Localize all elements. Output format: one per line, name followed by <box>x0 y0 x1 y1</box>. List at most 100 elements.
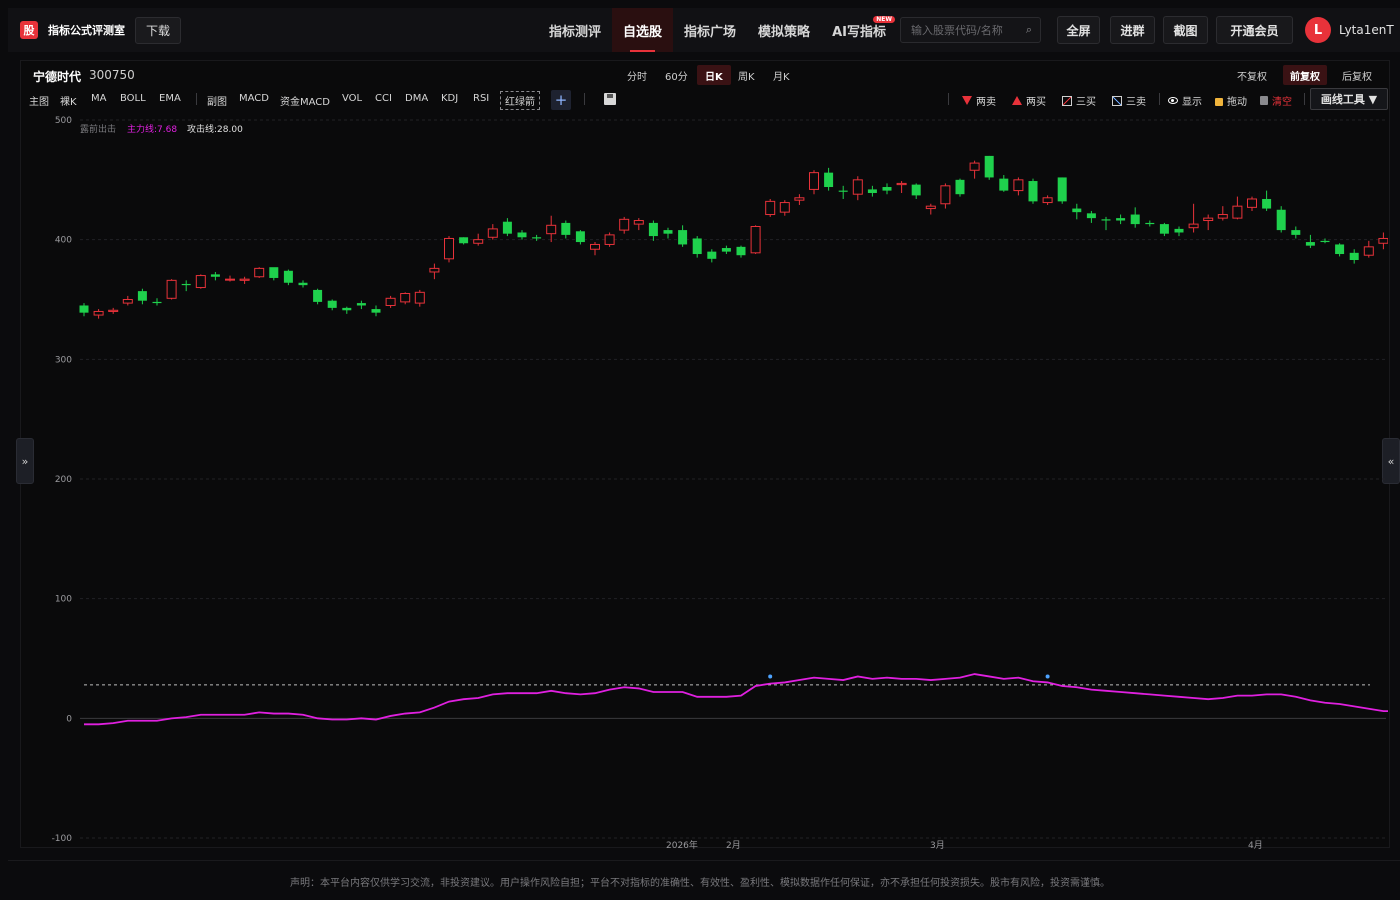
candle-up <box>896 182 907 186</box>
candle-down <box>152 301 162 304</box>
username[interactable]: Lyta1enT <box>1339 23 1394 37</box>
ind-ma[interactable]: MA <box>91 93 106 104</box>
ind-fund-macd[interactable]: 资金MACD <box>280 93 330 108</box>
search-icon[interactable]: ⌕ <box>1026 23 1032 37</box>
candle-down <box>1130 214 1140 225</box>
candle-up <box>1363 246 1374 256</box>
ind-cci[interactable]: CCI <box>375 93 392 104</box>
tool-two-sell[interactable]: 两卖 <box>962 93 996 108</box>
candle-down <box>955 179 965 195</box>
adj-backward[interactable]: 后复权 <box>1335 65 1379 85</box>
ind-boll[interactable]: BOLL <box>120 93 146 104</box>
candle-down <box>283 270 293 283</box>
fullscreen-button[interactable]: 全屏 <box>1057 16 1100 44</box>
candle-up <box>590 243 600 250</box>
adj-none[interactable]: 不复权 <box>1230 65 1274 85</box>
ind-sub-chart[interactable]: 副图 <box>207 93 227 108</box>
adj-forward[interactable]: 前复权 <box>1283 65 1327 85</box>
candle-down <box>663 230 673 234</box>
chart-grid: 500 400 300 200 100 0 -100 <box>52 116 1386 844</box>
y-tick-label: 200 <box>55 475 72 485</box>
ind-ema[interactable]: EMA <box>159 93 181 104</box>
period-daily[interactable]: 日K <box>697 65 731 85</box>
tool-drag-label: 拖动 <box>1227 97 1247 108</box>
ind-rsi[interactable]: RSI <box>473 93 489 104</box>
period-weekly[interactable]: 周K <box>730 65 763 85</box>
period-60min[interactable]: 60分 <box>657 65 696 85</box>
candle-down <box>867 189 877 193</box>
tool-two-sell-label: 两卖 <box>976 97 996 108</box>
candle-down <box>1116 218 1126 221</box>
candle-up <box>487 228 498 238</box>
tool-three-sell-label: 三卖 <box>1126 97 1146 108</box>
x-axis-labels: 2026年 2月 3月 4月 <box>666 839 1263 850</box>
candle-down <box>678 230 688 245</box>
draw-tools-dropdown[interactable]: 画线工具 ▼ <box>1310 88 1388 110</box>
tool-two-buy[interactable]: 两买 <box>1012 93 1046 108</box>
line-blue-icon <box>1112 95 1122 106</box>
ind-vol[interactable]: VOL <box>342 93 362 104</box>
top-navbar: 股 指标公式评测室 下载 指标测评 自选股 指标广场 模拟策略 AI写指标 NE… <box>8 8 1400 52</box>
app-title[interactable]: 指标公式评测室 <box>48 22 125 38</box>
avatar[interactable]: L <box>1305 17 1331 43</box>
download-button[interactable]: 下载 <box>135 16 182 44</box>
candle-up <box>166 279 177 299</box>
tool-three-buy-label: 三买 <box>1076 97 1096 108</box>
ind-dma[interactable]: DMA <box>405 93 428 104</box>
logo-icon[interactable]: 股 <box>20 21 38 39</box>
y-tick-label: 400 <box>55 236 72 246</box>
candle-down <box>984 155 994 178</box>
y-tick-label: 500 <box>55 116 72 126</box>
candle-up <box>546 224 557 235</box>
candle-up <box>1232 205 1243 219</box>
y-tick-label: 300 <box>55 355 72 365</box>
candle-down <box>692 238 702 255</box>
candle-up <box>1217 214 1228 219</box>
tool-clear[interactable]: 清空 <box>1260 93 1292 108</box>
tool-show[interactable]: 显示 <box>1168 93 1202 108</box>
tool-drag[interactable]: 拖动 <box>1215 93 1247 108</box>
candle-down <box>532 237 542 239</box>
nav-indicator-review[interactable]: 指标测评 <box>538 8 612 52</box>
screenshot-button[interactable]: 截图 <box>1163 16 1208 44</box>
ind-kdj[interactable]: KDJ <box>441 93 458 104</box>
ind-main-chart[interactable]: 主图 <box>29 93 49 108</box>
candle-down <box>1086 213 1096 219</box>
nav-indicator-square[interactable]: 指标广场 <box>673 8 747 52</box>
nav-ai-indicator[interactable]: AI写指标 NEW <box>821 8 897 52</box>
candles <box>79 155 1388 319</box>
candle-up <box>414 291 425 304</box>
y-tick-label: 0 <box>66 714 72 724</box>
candle-down <box>298 282 308 286</box>
tool-three-buy[interactable]: 三买 <box>1062 93 1096 108</box>
search-placeholder: 输入股票代码/名称 <box>911 24 1003 37</box>
candle-down <box>79 305 89 313</box>
candle-up <box>254 267 265 278</box>
nav-watchlist[interactable]: 自选股 <box>612 8 674 52</box>
x-tick-label: 2026年 <box>666 839 698 850</box>
candle-down <box>210 274 220 277</box>
join-group-button[interactable]: 进群 <box>1110 16 1155 44</box>
stock-search-input[interactable]: 输入股票代码/名称 ⌕ <box>900 17 1041 43</box>
add-indicator-button[interactable]: + <box>551 90 571 110</box>
vip-button[interactable]: 开通会员 <box>1216 16 1293 44</box>
legend-escape: 露前出击 <box>80 123 116 135</box>
save-icon[interactable] <box>604 93 616 105</box>
ind-naked-k[interactable]: 裸K <box>60 93 77 108</box>
kline-chart[interactable]: 500 400 300 200 100 0 -100 露前出击 主力线:7.68 攻击线:2… <box>20 110 1388 850</box>
period-monthly[interactable]: 月K <box>765 65 798 85</box>
period-intraday[interactable]: 分时 <box>619 65 655 85</box>
ind-macd[interactable]: MACD <box>239 93 269 104</box>
stock-code: 300750 <box>89 68 135 82</box>
candle-down <box>313 289 323 302</box>
main-nav: 指标测评 自选股 指标广场 模拟策略 AI写指标 NEW <box>538 8 897 52</box>
candle-up <box>794 197 805 201</box>
disclaimer: 声明：本平台内容仅供学习交流，非投资建议。用户操作风险自担；平台不对指标的准确性… <box>290 878 1110 889</box>
new-badge: NEW <box>873 16 895 23</box>
ind-red-green-arrow[interactable]: 红绿箭 <box>500 91 540 110</box>
tool-three-sell[interactable]: 三卖 <box>1112 93 1146 108</box>
nav-sim-strategy[interactable]: 模拟策略 <box>747 8 821 52</box>
legend-attack-line: 攻击线:28.00 <box>187 123 243 135</box>
candle-up <box>473 239 484 244</box>
candle-down <box>736 246 746 256</box>
